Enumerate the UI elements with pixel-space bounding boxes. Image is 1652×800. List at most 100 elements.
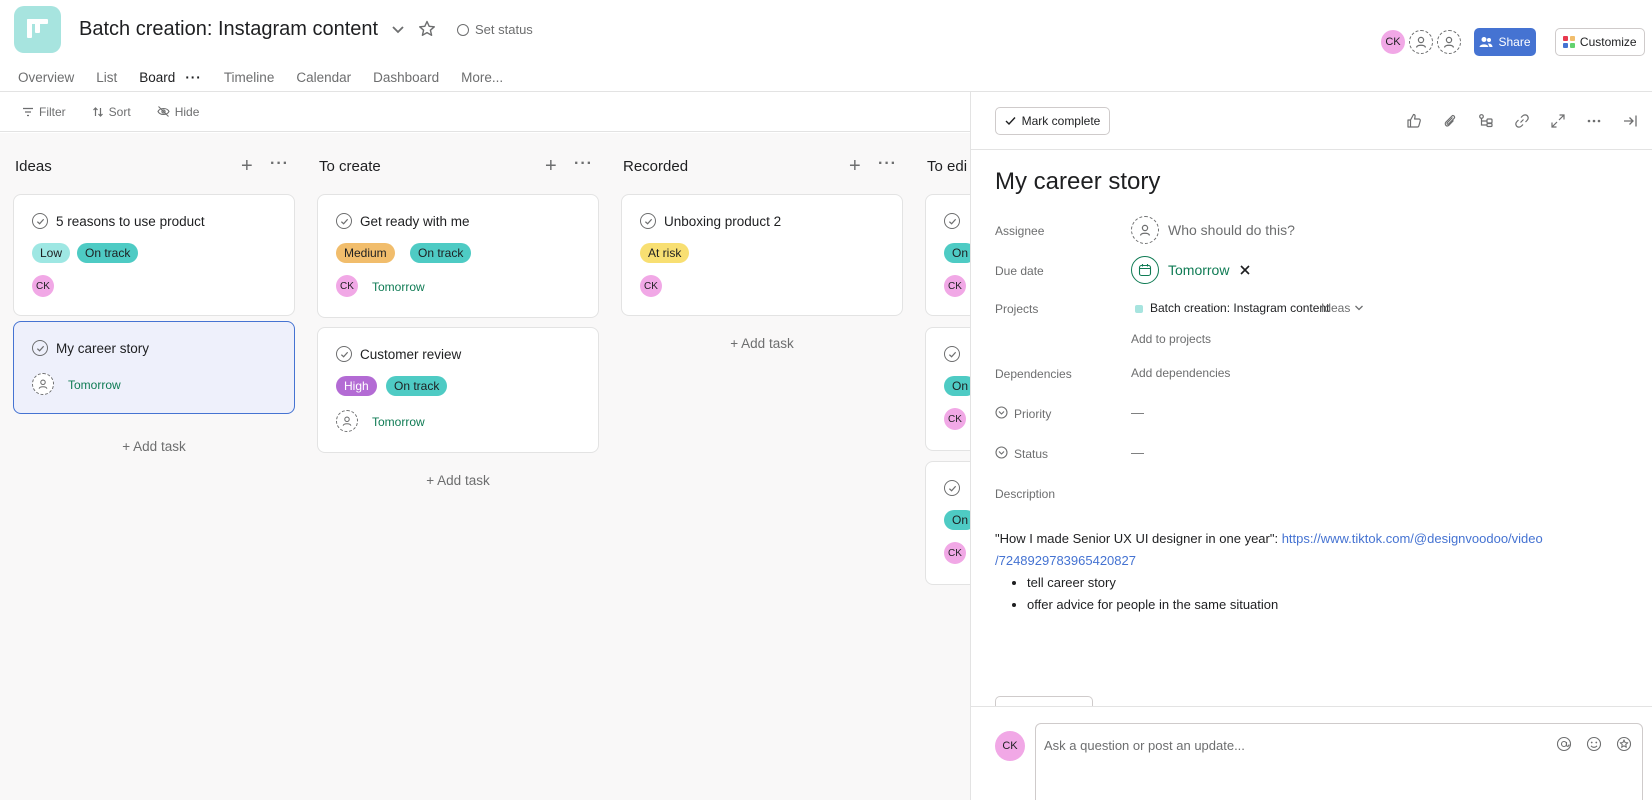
comment-input[interactable]: Ask a question or post an update... [1035, 723, 1643, 800]
task-card[interactable]: Get ready with me Medium On track CK Tom… [317, 194, 599, 318]
member-avatar[interactable]: CK [1381, 30, 1405, 54]
star-icon[interactable] [417, 19, 437, 39]
empty-member-icon[interactable] [1437, 30, 1461, 54]
empty-assignee-icon[interactable] [336, 410, 358, 432]
description-body[interactable]: "How I made Senior UX UI designer in one… [995, 528, 1615, 616]
paperclip-icon[interactable] [1439, 110, 1461, 132]
priority-value[interactable]: — [1131, 405, 1144, 420]
mention-icon[interactable] [1556, 736, 1572, 752]
task-card[interactable]: On CK [925, 194, 970, 316]
emoji-icon[interactable] [1586, 736, 1602, 752]
share-label: Share [1498, 35, 1531, 49]
thumbs-up-icon[interactable] [1403, 110, 1425, 132]
status-tag: On [944, 376, 970, 396]
description-link-continued[interactable]: /7248929783965420827 [995, 553, 1136, 568]
assignee-avatar[interactable]: CK [944, 408, 966, 430]
project-title[interactable]: Batch creation: Instagram content [79, 18, 378, 41]
assignee-avatar[interactable]: CK [944, 275, 966, 297]
field-option-icon [995, 406, 1008, 419]
check-circle-icon[interactable] [32, 340, 48, 356]
status-tag: On track [410, 243, 472, 263]
more-options-icon[interactable]: ··· [574, 155, 593, 173]
chevron-down-icon [1354, 305, 1363, 311]
task-card[interactable]: 5 reasons to use product Low On track CK [13, 194, 295, 316]
check-circle-icon[interactable] [336, 346, 352, 362]
calendar-icon[interactable] [1131, 256, 1159, 284]
add-task-button[interactable]: + Add task [13, 439, 295, 454]
subtask-icon[interactable] [1475, 110, 1497, 132]
customize-label: Customize [1579, 35, 1637, 49]
assignee-avatar[interactable]: CK [944, 542, 966, 564]
expand-icon[interactable] [1547, 110, 1569, 132]
status-tag: On track [386, 376, 448, 396]
filter-label: Filter [39, 104, 66, 119]
due-date[interactable]: Tomorrow [372, 280, 425, 294]
sort-button[interactable]: Sort [92, 105, 131, 119]
assignee-field[interactable]: Who should do this? [1168, 222, 1295, 238]
due-date-value[interactable]: Tomorrow [1168, 262, 1229, 278]
assignee-avatar[interactable]: CK [640, 275, 662, 297]
status-tag: At risk [640, 243, 690, 263]
task-card[interactable]: On CK [925, 327, 970, 451]
more-options-icon[interactable]: ··· [878, 155, 897, 173]
description-link[interactable]: https://www.tiktok.com/@designvoodoo/vid… [1282, 531, 1543, 546]
check-circle-icon[interactable] [944, 346, 960, 362]
add-task-button[interactable]: + Add task [621, 336, 903, 351]
sort-icon [92, 106, 103, 117]
share-button[interactable]: Share [1474, 28, 1536, 56]
card-title: Get ready with me [360, 214, 470, 229]
link-icon[interactable] [1511, 110, 1533, 132]
more-options-icon[interactable]: ··· [270, 155, 289, 173]
tab-board-label: Board [139, 70, 176, 85]
sort-label: Sort [108, 104, 131, 119]
status-value[interactable]: — [1131, 445, 1144, 460]
field-option-icon [995, 446, 1008, 459]
task-title[interactable]: My career story [995, 168, 1160, 196]
filter-icon [23, 107, 33, 116]
chevron-down-icon[interactable] [389, 20, 407, 38]
check-circle-icon[interactable] [32, 213, 48, 229]
check-circle-icon[interactable] [944, 480, 960, 496]
add-task-button[interactable]: + Add task [317, 473, 599, 488]
task-card[interactable]: Customer review High On track Tomorrow [317, 327, 599, 453]
column-header: Recorded + ··· [621, 155, 903, 179]
customize-button[interactable]: Customize [1555, 28, 1645, 56]
task-card-selected[interactable]: My career story Tomorrow [13, 321, 295, 414]
due-date[interactable]: Tomorrow [68, 378, 121, 392]
commenter-avatar: CK [995, 731, 1025, 761]
section-label: Ideas [1321, 301, 1351, 315]
check-circle-icon[interactable] [640, 213, 656, 229]
card-title: My career story [56, 341, 150, 356]
check-circle-icon[interactable] [336, 213, 352, 229]
status-tag: On track [77, 243, 139, 263]
add-dependencies-link[interactable]: Add dependencies [1131, 366, 1230, 380]
section-dropdown[interactable]: Ideas [1321, 301, 1364, 315]
empty-assignee-icon[interactable] [32, 373, 54, 395]
filter-button[interactable]: Filter [22, 105, 66, 119]
more-options-icon[interactable] [1583, 110, 1605, 132]
add-icon[interactable]: + [849, 155, 861, 178]
hide-button[interactable]: Hide [157, 105, 199, 119]
star-badge-icon[interactable] [1616, 736, 1632, 752]
assignee-avatar[interactable]: CK [336, 275, 358, 297]
pane-toolbar: Mark complete [971, 92, 1652, 150]
add-icon[interactable]: + [241, 155, 253, 178]
check-circle-icon[interactable] [944, 213, 960, 229]
tab-options-icon[interactable]: ··· [185, 70, 202, 85]
column-header: To create + ··· [317, 155, 599, 179]
description-quote: "How I made Senior UX UI designer in one… [995, 531, 1282, 546]
task-card[interactable]: Unboxing product 2 At risk CK [621, 194, 903, 316]
add-to-projects-link[interactable]: Add to projects [1131, 332, 1211, 346]
project-link[interactable]: Batch creation: Instagram content [1150, 301, 1329, 315]
assignee-avatar[interactable]: CK [32, 275, 54, 297]
card-title: Customer review [360, 347, 462, 362]
due-date[interactable]: Tomorrow [372, 415, 425, 429]
empty-assignee-icon[interactable] [1131, 216, 1159, 244]
mark-complete-button[interactable]: Mark complete [995, 107, 1110, 135]
close-pane-icon[interactable] [1619, 110, 1641, 132]
task-card[interactable]: On CK [925, 461, 970, 585]
empty-member-icon[interactable] [1409, 30, 1433, 54]
add-icon[interactable]: + [545, 155, 557, 178]
clear-due-date-icon[interactable] [1239, 264, 1251, 276]
set-status-button[interactable]: Set status [457, 22, 533, 37]
